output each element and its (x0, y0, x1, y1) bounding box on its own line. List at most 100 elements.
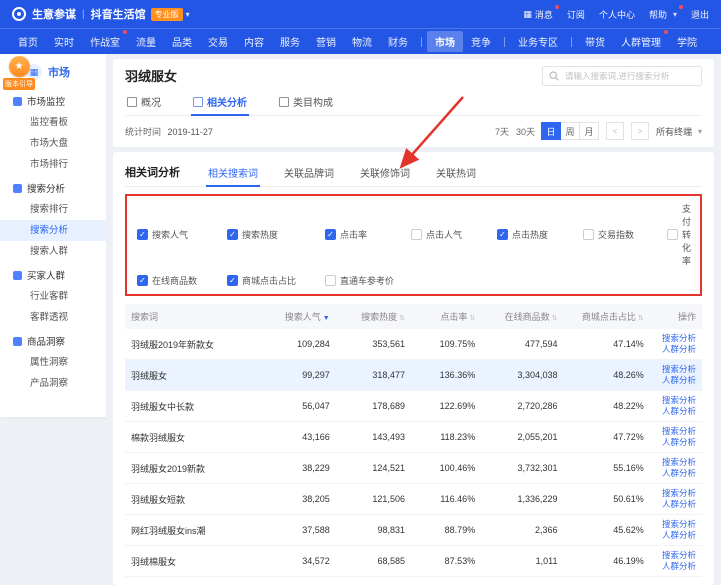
nav-item-12[interactable]: 竞争 (463, 31, 499, 52)
metric-checkbox-3[interactable]: 点击人气 (411, 202, 497, 267)
sidebar-item-3-1[interactable]: 产品洞察 (0, 373, 106, 394)
header-action-3[interactable]: 帮助▾ (649, 8, 677, 21)
sidebar-item-3-0[interactable]: 属性洞察 (0, 352, 106, 373)
sort-icon[interactable]: ⇅ (638, 315, 644, 322)
action-link-0[interactable]: 搜索分析 (656, 550, 696, 561)
date-unit-2[interactable]: 月 (579, 122, 599, 140)
action-link-0[interactable]: 搜索分析 (656, 333, 696, 344)
nav-item-6[interactable]: 内容 (236, 31, 272, 52)
date-unit-1[interactable]: 周 (560, 122, 580, 140)
header-action-0[interactable]: ▦消息 (523, 8, 553, 21)
metric-checkbox-8[interactable]: ✓商城点击占比 (227, 274, 325, 287)
sub-tab-1[interactable]: 关联品牌词 (282, 159, 336, 186)
action-link-0[interactable]: 搜索分析 (656, 426, 696, 437)
keyword-panel: 羽绒服女 概况相关分析类目构成 统计时间 2019-11-27 7天30天日周月… (113, 59, 714, 147)
sort-icon[interactable]: ⇅ (399, 315, 405, 322)
sub-tab-2[interactable]: 关联修饰词 (358, 159, 412, 186)
table-row: 羽绒服2019年新款女109,284353,561109.75%477,5944… (125, 329, 702, 360)
action-link-1[interactable]: 人群分析 (656, 344, 696, 355)
action-link-1[interactable]: 人群分析 (656, 561, 696, 572)
sidebar-item-1-2[interactable]: 搜索人群 (0, 241, 106, 262)
sidebar-item-2-0[interactable]: 行业客群 (0, 286, 106, 307)
tab-0[interactable]: 概况 (125, 89, 163, 115)
action-link-1[interactable]: 人群分析 (656, 530, 696, 541)
tab-2[interactable]: 类目构成 (277, 89, 335, 115)
sidebar-item-1-1[interactable]: 搜索分析 (0, 220, 106, 241)
action-link-1[interactable]: 人群分析 (656, 437, 696, 448)
search-input[interactable] (563, 70, 695, 82)
action-link-1[interactable]: 人群分析 (656, 499, 696, 510)
metric-checkbox-7[interactable]: ✓在线商品数 (137, 274, 227, 287)
metric-checkbox-6[interactable]: 支付转化率 (667, 202, 691, 267)
column-header-4[interactable]: 在线商品数⇅ (481, 304, 563, 329)
action-link-1[interactable]: 人群分析 (656, 468, 696, 479)
action-link-0[interactable]: 搜索分析 (656, 364, 696, 375)
checkbox-checked-icon: ✓ (325, 229, 336, 240)
nav-item-8[interactable]: 营销 (308, 31, 344, 52)
header-action-1[interactable]: 订阅 (567, 8, 585, 21)
column-header-3[interactable]: 点击率⇅ (411, 304, 481, 329)
column-header-2[interactable]: 搜索热度⇅ (336, 304, 411, 329)
actions-cell: 搜索分析人群分析 (650, 360, 702, 391)
next-button[interactable]: > (631, 122, 649, 140)
sort-icon[interactable]: ⇅ (552, 315, 558, 322)
nav-item-7[interactable]: 服务 (272, 31, 308, 52)
prev-button[interactable]: < (606, 122, 624, 140)
nav-item-3[interactable]: 流量 (128, 31, 164, 52)
value-cell-0: 34,572 (260, 546, 335, 577)
nav-item-11[interactable]: 市场 (427, 31, 463, 52)
nav-item-16[interactable]: 学院 (669, 31, 705, 52)
sub-tab-3[interactable]: 关联热词 (434, 159, 478, 186)
sidebar-item-2-1[interactable]: 客群透视 (0, 307, 106, 328)
range-quick-0[interactable]: 7天 (495, 125, 509, 138)
chevron-down-icon[interactable]: ▾ (186, 10, 190, 19)
header-action-4[interactable]: 退出 (691, 8, 709, 21)
version-guide-badge[interactable]: ★ 版本引导 (2, 56, 36, 90)
stats-row: 统计时间 2019-11-27 7天30天日周月<>所有终端▾ (125, 116, 702, 147)
notification-dot (555, 5, 559, 9)
value-cell-0: 99,297 (260, 360, 335, 391)
metric-checkbox-5[interactable]: 交易指数 (583, 202, 667, 267)
tab-icon (193, 97, 203, 107)
action-link-0[interactable]: 搜索分析 (656, 488, 696, 499)
header-action-2[interactable]: 个人中心 (599, 8, 635, 21)
nav-item-10[interactable]: 财务 (380, 31, 416, 52)
sort-desc-icon[interactable]: ▼ (323, 315, 330, 322)
metric-checkbox-4[interactable]: ✓点击热度 (497, 202, 583, 267)
nav-item-9[interactable]: 物流 (344, 31, 380, 52)
search-term-cell: 网红羽绒服女ins潮 (125, 515, 260, 546)
action-link-1[interactable]: 人群分析 (656, 406, 696, 417)
action-link-0[interactable]: 搜索分析 (656, 457, 696, 468)
sidebar-item-0-2[interactable]: 市场排行 (0, 154, 106, 175)
metric-checkbox-2[interactable]: ✓点击率 (325, 202, 411, 267)
actions-cell: 搜索分析人群分析 (650, 422, 702, 453)
nav-item-1[interactable]: 实时 (46, 31, 82, 52)
nav-item-15[interactable]: 人群管理 (613, 31, 669, 52)
metric-checkbox-0[interactable]: ✓搜索人气 (137, 202, 227, 267)
nav-item-5[interactable]: 交易 (200, 31, 236, 52)
date-unit-0[interactable]: 日 (541, 122, 561, 140)
terminal-select[interactable]: 所有终端▾ (656, 125, 702, 138)
nav-item-4[interactable]: 品类 (164, 31, 200, 52)
nav-item-0[interactable]: 首页 (10, 31, 46, 52)
medal-icon: ★ (9, 56, 30, 77)
metric-checkbox-1[interactable]: ✓搜索热度 (227, 202, 325, 267)
metric-checkbox-9[interactable]: 直通车参考价 (325, 274, 411, 287)
action-link-0[interactable]: 搜索分析 (656, 519, 696, 530)
action-link-0[interactable]: 搜索分析 (656, 395, 696, 406)
sidebar-item-0-0[interactable]: 监控看板 (0, 112, 106, 133)
column-header-1[interactable]: 搜索人气▼ (260, 304, 335, 329)
sidebar-item-1-0[interactable]: 搜索排行 (0, 199, 106, 220)
sort-icon[interactable]: ⇅ (469, 315, 475, 322)
range-quick-1[interactable]: 30天 (516, 125, 535, 138)
nav-item-13[interactable]: 业务专区 (510, 31, 566, 52)
nav-item-14[interactable]: 带货 (577, 31, 613, 52)
column-header-5[interactable]: 商城点击占比⇅ (563, 304, 649, 329)
tab-1[interactable]: 相关分析 (191, 89, 249, 115)
nav-item-2[interactable]: 作战室 (82, 31, 128, 52)
actions-cell: 搜索分析人群分析 (650, 329, 702, 360)
brand-area: 生意参谋 | 抖音生活馆 专业版 ▾ (12, 6, 190, 22)
sidebar-item-0-1[interactable]: 市场大盘 (0, 133, 106, 154)
action-link-1[interactable]: 人群分析 (656, 375, 696, 386)
sub-tab-0[interactable]: 相关搜索词 (206, 159, 260, 186)
